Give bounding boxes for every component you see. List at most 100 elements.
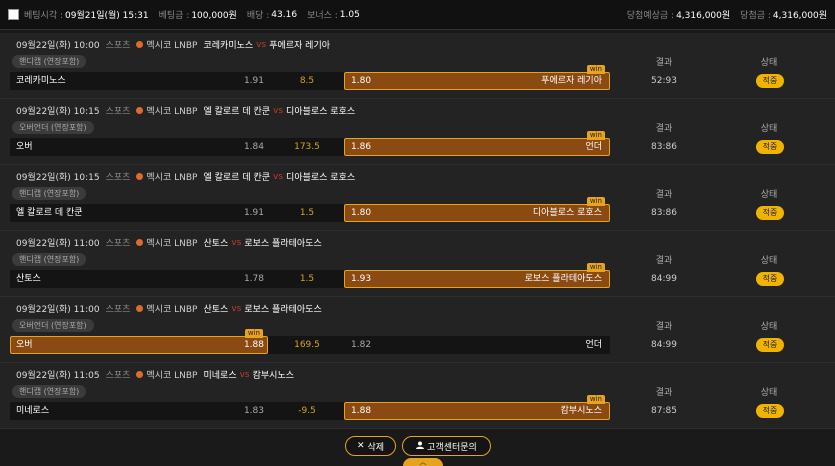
away-team: 디아블로스 로호스 [286,173,356,183]
handicap-value: 8.5 [299,76,315,86]
chevron-up-icon: ︿ [419,458,427,466]
result-label: 결과 [655,256,673,266]
status-label: 상태 [760,124,778,134]
basketball-icon [136,305,144,312]
handicap-value: 1.5 [299,208,315,218]
delete-label: 삭제 [367,442,385,453]
home-team: 산토스 [203,239,229,249]
home-odds: 1.83 [243,406,264,416]
odds-row: win 오버 1.88 169.5 1.82 언더 [10,329,610,354]
support-label: 고객센터문의 [427,442,477,453]
market-type: 핸디캡 (연장포함) [12,253,87,266]
bet-item: 09월22일(화) 11:05 스포츠 멕시코 LNBP 미네로스 vs 캄부시… [0,363,835,429]
market-type: 핸디캡 (연장포함) [12,55,87,68]
collapse-toggle[interactable]: ︿ [403,458,443,466]
match-date: 09월22일(화) 11:00 [16,305,100,315]
away-pick[interactable]: 언더 [344,138,610,156]
odds-row: win 엘 칼로르 데 칸쿤 1.91 1.5 1.80 디아블로스 로호스 [10,197,610,222]
home-team: 코레카미노스 [203,41,254,51]
bet-amount-label: 베팅금 : [158,11,190,21]
away-team: 로보스 플라테아도스 [244,305,322,315]
basketball-icon [136,371,144,378]
home-team: 엘 칼로르 데 칸쿤 [203,107,271,117]
result-score: 84:99 [651,340,677,350]
result-score: 52:93 [651,76,677,86]
sport-type: 스포츠 [105,371,131,381]
home-odds: 1.84 [243,142,264,152]
away-team: 푸에르자 레기아 [269,41,331,51]
bet-item: 09월22일(화) 10:00 스포츠 멕시코 LNBP 코레카미노스 vs 푸… [0,33,835,99]
league-name: 멕시코 LNBP [146,371,198,381]
bet-item: 09월22일(화) 10:15 스포츠 멕시코 LNBP 엘 칼로르 데 칸쿤 … [0,165,835,231]
home-odds: 1.91 [243,76,264,86]
handicap-value: 169.5 [294,340,320,350]
sport-type: 스포츠 [105,173,131,183]
home-odds: 1.91 [243,208,264,218]
bonus-value: 1.05 [339,9,360,20]
delete-button[interactable]: ✕ 삭제 [345,436,396,456]
away-pick[interactable]: 디아블로스 로호스 [344,204,610,222]
select-checkbox[interactable] [8,9,19,20]
match-date: 09월22일(화) 10:00 [16,41,100,51]
close-icon: ✕ [356,441,365,451]
home-team: 미네로스 [203,371,237,381]
status-label: 상태 [760,388,778,398]
away-pick[interactable]: 로보스 플라테아도스 [344,270,610,288]
result-score: 83:86 [651,208,677,218]
away-pick[interactable]: 캄부시노스 [344,402,610,420]
odds-row: win 오버 1.84 173.5 1.86 언더 [10,131,610,156]
status-badge: 적중 [756,404,784,418]
basketball-icon [136,107,144,114]
odds-row: win 미네로스 1.83 -9.5 1.88 캄부시노스 [10,395,610,420]
match-info: 09월22일(화) 10:15 스포츠 멕시코 LNBP 엘 칼로르 데 칸쿤 … [16,170,356,184]
match-info: 09월22일(화) 11:00 스포츠 멕시코 LNBP 산토스 vs 로보스 … [16,302,322,316]
basketball-icon [136,239,144,246]
match-info: 09월22일(화) 11:05 스포츠 멕시코 LNBP 미네로스 vs 캄부시… [16,368,295,382]
vs-label: vs [231,237,242,248]
status-label: 상태 [760,256,778,266]
footer: ✕ 삭제 고객센터문의 ︿ [0,432,835,466]
result-label: 결과 [655,388,673,398]
status-badge: 적중 [756,338,784,352]
home-odds: 1.88 [243,340,264,350]
home-team: 엘 칼로르 데 칸쿤 [203,173,271,183]
league-name: 멕시코 LNBP [146,41,198,51]
odds-value: 43.16 [271,9,298,20]
status-badge: 적중 [756,272,784,286]
odds-row: win 산토스 1.78 1.5 1.93 로보스 플라테아도스 [10,263,610,288]
sport-type: 스포츠 [105,41,131,51]
bet-item: 09월22일(화) 11:00 스포츠 멕시코 LNBP 산토스 vs 로보스 … [0,231,835,297]
expected-win-value: 4,316,000원 [676,11,731,21]
won-amount-label: 당첨금 : [740,11,771,21]
match-info: 09월22일(화) 10:15 스포츠 멕시코 LNBP 엘 칼로르 데 칸쿤 … [16,104,355,118]
status-label: 상태 [760,190,778,200]
handicap-value: -9.5 [298,406,316,416]
away-team: 캄부시노스 [252,371,295,381]
sport-type: 스포츠 [105,239,131,249]
expected-win-label: 당첨예상금 : [626,11,675,21]
result-score: 84:99 [651,274,677,284]
customer-support-button[interactable]: 고객센터문의 [402,436,491,456]
bet-time-label: 베팅시각 : [24,11,64,21]
handicap-value: 1.5 [299,274,315,284]
market-type: 핸디캡 (연장포함) [12,385,87,398]
odds-row: win 코레카미노스 1.91 8.5 1.80 푸에르자 레기아 [10,65,610,90]
status-label: 상태 [760,58,778,68]
vs-label: vs [273,171,284,182]
away-pick[interactable]: 언더 [344,336,610,354]
odds-label: 배당 : [246,11,270,21]
sport-type: 스포츠 [105,305,131,315]
home-team: 산토스 [203,305,229,315]
status-badge: 적중 [756,140,784,154]
vs-label: vs [256,39,267,50]
market-type: 핸디캡 (연장포함) [12,187,87,200]
bet-summary-header: 베팅시각 : 09월21일(월) 15:31 베팅금 : 100,000원 배당… [0,0,835,30]
away-pick[interactable]: 푸에르자 레기아 [344,72,610,90]
bet-item: 09월22일(화) 11:00 스포츠 멕시코 LNBP 산토스 vs 로보스 … [0,297,835,363]
result-label: 결과 [655,322,673,332]
user-icon [416,441,425,452]
market-type: 오버언더 (연장포함) [12,319,94,332]
league-name: 멕시코 LNBP [146,239,198,249]
match-date: 09월22일(화) 11:05 [16,371,100,381]
result-score: 83:86 [651,142,677,152]
